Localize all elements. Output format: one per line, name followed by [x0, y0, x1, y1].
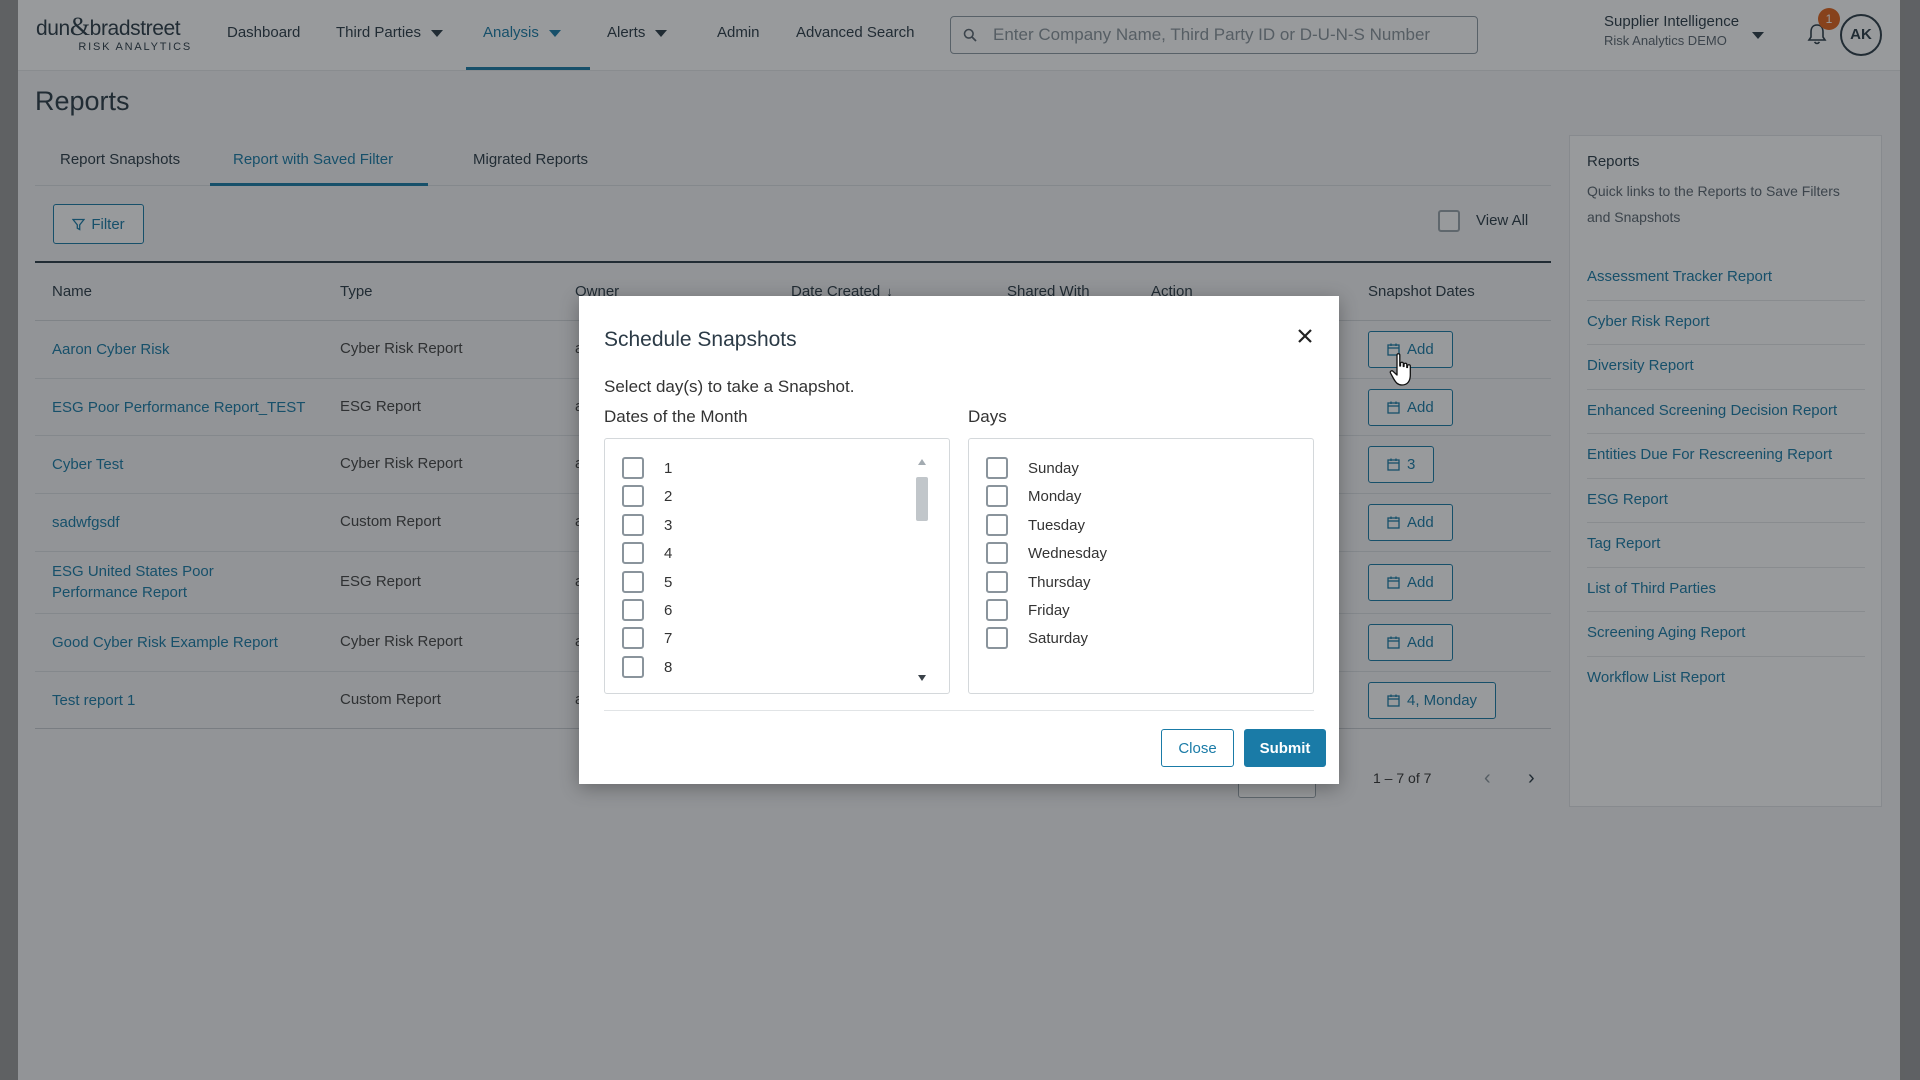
- date-label: 1: [664, 459, 673, 477]
- date-option[interactable]: 1: [622, 457, 672, 479]
- date-option[interactable]: 3: [622, 514, 672, 536]
- day-option[interactable]: Saturday: [986, 627, 1088, 649]
- date-label: 7: [664, 629, 673, 647]
- close-button[interactable]: Close: [1161, 729, 1234, 767]
- date-option[interactable]: 7: [622, 627, 672, 649]
- day-checkbox[interactable]: [986, 599, 1008, 621]
- date-checkbox[interactable]: [622, 599, 644, 621]
- day-option[interactable]: Tuesday: [986, 514, 1085, 536]
- day-checkbox[interactable]: [986, 457, 1008, 479]
- day-checkbox[interactable]: [986, 542, 1008, 564]
- dialog-title: Schedule Snapshots: [604, 328, 797, 351]
- dates-scrollbar[interactable]: [915, 457, 929, 683]
- date-checkbox[interactable]: [622, 656, 644, 678]
- date-option[interactable]: 2: [622, 485, 672, 507]
- scroll-thumb[interactable]: [916, 477, 928, 521]
- day-checkbox[interactable]: [986, 627, 1008, 649]
- day-label: Sunday: [1028, 459, 1079, 477]
- date-label: 5: [664, 573, 673, 591]
- day-label: Monday: [1028, 487, 1082, 505]
- date-checkbox[interactable]: [622, 457, 644, 479]
- dialog-divider: [604, 710, 1314, 711]
- day-option[interactable]: Thursday: [986, 571, 1091, 593]
- days-of-week-list: Sunday Monday Tuesday Wednesday Thursday…: [968, 438, 1314, 694]
- day-option[interactable]: Friday: [986, 599, 1070, 621]
- days-label: Days: [968, 407, 1007, 426]
- submit-button[interactable]: Submit: [1244, 729, 1326, 767]
- schedule-snapshots-dialog: Schedule Snapshots Select day(s) to take…: [579, 296, 1339, 784]
- date-checkbox[interactable]: [622, 571, 644, 593]
- day-label: Wednesday: [1028, 544, 1107, 562]
- scroll-down-icon[interactable]: [918, 675, 926, 681]
- date-checkbox[interactable]: [622, 514, 644, 536]
- dates-of-month-list[interactable]: 1 2 3 4 5 6 7 8: [604, 438, 950, 694]
- day-option[interactable]: Monday: [986, 485, 1081, 507]
- date-checkbox[interactable]: [622, 627, 644, 649]
- date-label: 3: [664, 516, 673, 534]
- dialog-instruction: Select day(s) to take a Snapshot.: [604, 377, 855, 396]
- close-icon[interactable]: [1293, 324, 1317, 348]
- date-option[interactable]: 4: [622, 542, 672, 564]
- day-label: Saturday: [1028, 629, 1089, 647]
- scroll-up-icon[interactable]: [918, 459, 926, 465]
- date-label: 4: [664, 544, 673, 562]
- day-label: Thursday: [1028, 573, 1091, 591]
- day-label: Tuesday: [1028, 516, 1085, 534]
- day-checkbox[interactable]: [986, 514, 1008, 536]
- date-option[interactable]: 8: [622, 656, 672, 678]
- hand-cursor-icon: [1389, 353, 1411, 386]
- date-option[interactable]: 5: [622, 571, 672, 593]
- day-option[interactable]: Sunday: [986, 457, 1079, 479]
- date-label: 6: [664, 601, 673, 619]
- day-label: Friday: [1028, 601, 1070, 619]
- dates-of-month-label: Dates of the Month: [604, 407, 748, 426]
- day-option[interactable]: Wednesday: [986, 542, 1107, 564]
- date-option[interactable]: 6: [622, 599, 672, 621]
- day-checkbox[interactable]: [986, 485, 1008, 507]
- date-checkbox[interactable]: [622, 542, 644, 564]
- date-label: 2: [664, 487, 673, 505]
- day-checkbox[interactable]: [986, 571, 1008, 593]
- date-label: 8: [664, 658, 673, 676]
- date-checkbox[interactable]: [622, 485, 644, 507]
